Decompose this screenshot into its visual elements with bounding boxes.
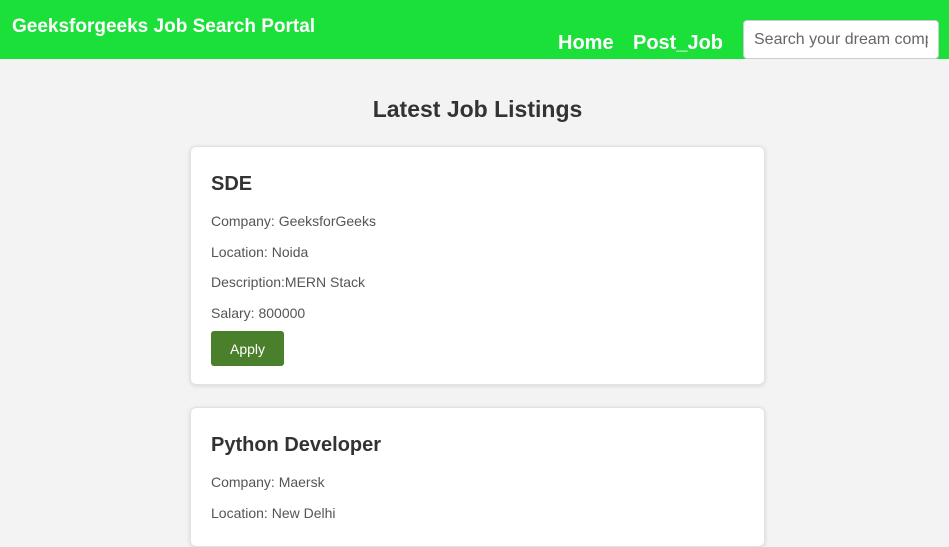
- page-title: Latest Job Listings: [372, 96, 583, 122]
- job-title: Python Developer: [211, 434, 382, 456]
- job-company: Company: GeeksforGeeks: [211, 213, 376, 229]
- nav-link-home[interactable]: Home: [558, 32, 614, 55]
- job-card: Python Developer Company: Maersk Locatio…: [190, 407, 765, 547]
- job-salary: Salary: 800000: [211, 305, 306, 321]
- job-description: Description:MERN Stack: [211, 274, 366, 290]
- search-input[interactable]: [743, 20, 939, 59]
- nav-link-post-job[interactable]: Post_Job: [633, 32, 723, 55]
- navbar: Geeksforgeeks Job Search Portal Home Pos…: [0, 0, 949, 59]
- job-company: Company: Maersk: [211, 474, 325, 490]
- job-location: Location: Noida: [211, 244, 309, 260]
- job-title: SDE: [211, 173, 253, 195]
- apply-button[interactable]: Apply: [211, 331, 284, 366]
- job-card: SDE Company: GeeksforGeeks Location: Noi…: [190, 146, 765, 385]
- brand-title: Geeksforgeeks Job Search Portal: [12, 16, 316, 37]
- job-location: Location: New Delhi: [211, 505, 336, 521]
